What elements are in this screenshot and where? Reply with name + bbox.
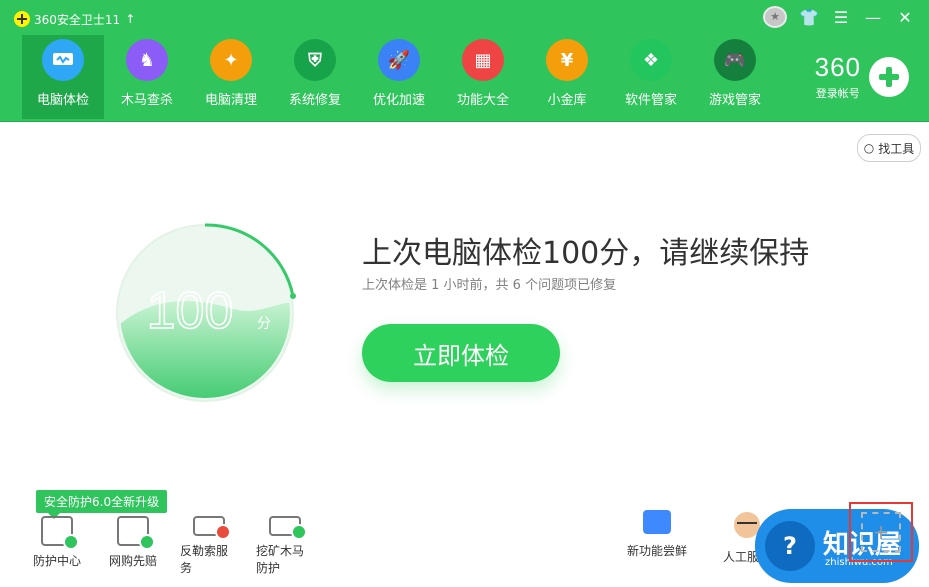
software-icon: ❖ bbox=[630, 39, 672, 81]
tool-label: 网购先赔 bbox=[108, 554, 157, 568]
cart-icon bbox=[117, 516, 155, 550]
nav-item-checkup[interactable]: 电脑体检 bbox=[22, 35, 104, 119]
nav-item-trojan[interactable]: ♞ 木马查杀 bbox=[106, 35, 188, 119]
nav-label: 木马查杀 bbox=[120, 93, 173, 108]
nav-label: 小金库 bbox=[547, 93, 587, 108]
tool-shopping-compensation[interactable]: 网购先赔 bbox=[104, 516, 162, 576]
tool-mining-trojan[interactable]: 挖矿木马防护 bbox=[256, 516, 314, 576]
score-gauge: 100 分 bbox=[110, 218, 300, 408]
minimize-icon[interactable]: — bbox=[863, 8, 883, 27]
app-title: 360安全卫士11 bbox=[34, 12, 121, 27]
nav-label: 电脑体检 bbox=[36, 93, 89, 108]
shield-warning-icon bbox=[193, 516, 231, 540]
close-icon[interactable]: ✕ bbox=[895, 8, 915, 27]
nav-label: 软件管家 bbox=[624, 93, 677, 108]
login-link[interactable]: 登录帐号 bbox=[815, 85, 861, 101]
add-tool-box[interactable]: + bbox=[849, 502, 913, 562]
nav-item-speedup[interactable]: 🚀 优化加速 bbox=[358, 35, 440, 119]
nav-item-games[interactable]: 🎮 游戏管家 bbox=[694, 35, 776, 119]
coin-icon: ¥ bbox=[546, 39, 588, 81]
megaphone-icon bbox=[643, 510, 671, 534]
shield-icon: ⛨ bbox=[294, 39, 336, 81]
tool-anti-ransomware[interactable]: 反勒索服务 bbox=[180, 516, 238, 576]
app-logo-icon bbox=[14, 11, 30, 27]
tool-new-features[interactable]: 新功能尝鲜 bbox=[620, 510, 694, 574]
nav-label: 电脑清理 bbox=[204, 93, 257, 108]
nav-label: 系统修复 bbox=[288, 93, 341, 108]
lock-shield-icon bbox=[269, 516, 307, 540]
main-nav: 电脑体检 ♞ 木马查杀 ✦ 电脑清理 ⛨ 系统修复 🚀 优化加速 ▦ 功能大全 … bbox=[22, 35, 778, 119]
nav-item-software[interactable]: ❖ 软件管家 bbox=[610, 35, 692, 119]
medal-icon[interactable]: ★ bbox=[763, 6, 787, 28]
nav-item-repair[interactable]: ⛨ 系统修复 bbox=[274, 35, 356, 119]
nav-item-all-functions[interactable]: ▦ 功能大全 bbox=[442, 35, 524, 119]
bottom-left-tools: 防护中心 网购先赔 反勒索服务 挖矿木马防护 bbox=[28, 516, 314, 576]
find-tool-button[interactable]: ○ 找工具 bbox=[857, 134, 921, 162]
tool-protection-center[interactable]: 防护中心 bbox=[28, 516, 86, 576]
horse-icon: ♞ bbox=[126, 39, 168, 81]
add-tool-icon[interactable]: + bbox=[861, 512, 901, 552]
brand-text-block: 360 登录帐号 bbox=[815, 52, 861, 101]
nav-label: 优化加速 bbox=[372, 93, 425, 108]
brand-logo-text: 360 bbox=[814, 52, 861, 82]
score-value: 100 bbox=[147, 282, 234, 340]
rocket-icon: 🚀 bbox=[378, 39, 420, 81]
gauge-dot bbox=[290, 293, 296, 299]
tool-label: 反勒索服务 bbox=[180, 544, 229, 575]
brand-plus-icon[interactable] bbox=[869, 56, 909, 97]
skin-icon[interactable]: 👕 bbox=[799, 8, 819, 27]
brand-area: 360 登录帐号 bbox=[815, 52, 909, 101]
checkup-summary: 上次体检是 1 小时前，共 6 个问题项已修复 bbox=[362, 278, 617, 293]
start-checkup-button[interactable]: 立即体检 bbox=[362, 324, 560, 382]
tool-label: 新功能尝鲜 bbox=[626, 544, 687, 558]
window-controls: ★ 👕 ☰ — ✕ bbox=[763, 6, 915, 28]
score-unit: 分 bbox=[257, 316, 271, 332]
gamepad-icon: 🎮 bbox=[714, 39, 756, 81]
app-title-row: 360安全卫士11 ↑ bbox=[14, 10, 135, 28]
monitor-icon bbox=[42, 39, 84, 81]
nav-label: 游戏管家 bbox=[708, 93, 761, 108]
menu-icon[interactable]: ☰ bbox=[831, 8, 851, 27]
top-bar: 360安全卫士11 ↑ ★ 👕 ☰ — ✕ 电脑体检 ♞ 木马查杀 ✦ 电脑清理… bbox=[0, 0, 929, 122]
page-title: 上次电脑体检100分，请继续保持 bbox=[362, 236, 810, 271]
tool-label: 挖矿木马防护 bbox=[256, 544, 305, 575]
tooltip: 安全防护6.0全新升级 bbox=[36, 490, 168, 519]
nav-item-clean[interactable]: ✦ 电脑清理 bbox=[190, 35, 272, 119]
nav-label: 功能大全 bbox=[456, 93, 509, 108]
shield-icon bbox=[41, 516, 79, 550]
question-icon: ? bbox=[765, 521, 815, 571]
monitor-icon-svg bbox=[53, 53, 73, 65]
nav-item-vault[interactable]: ¥ 小金库 bbox=[526, 35, 608, 119]
search-icon: ○ bbox=[863, 141, 875, 155]
gauge-svg: 100 分 bbox=[116, 223, 296, 402]
grid-icon: ▦ bbox=[462, 39, 504, 81]
find-tool-label: 找工具 bbox=[878, 141, 915, 156]
broom-icon: ✦ bbox=[210, 39, 252, 81]
tool-label: 防护中心 bbox=[32, 554, 81, 568]
update-arrow-icon[interactable]: ↑ bbox=[125, 12, 135, 26]
